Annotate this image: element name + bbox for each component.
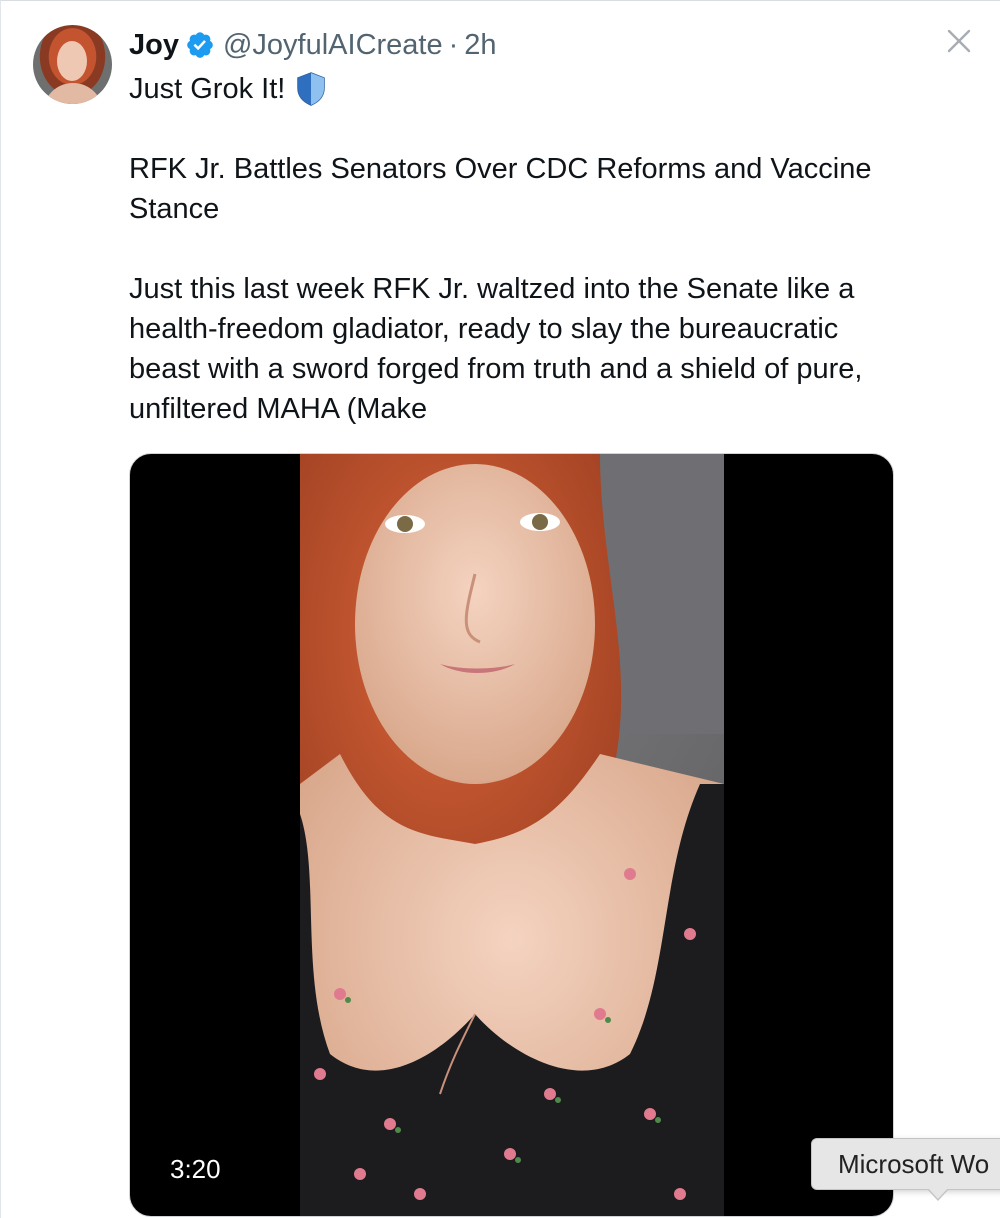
tooltip-text: Microsoft Wo: [838, 1149, 990, 1179]
author-avatar[interactable]: [33, 25, 112, 104]
avatar-shoulders: [43, 83, 103, 104]
tagline-text: Just Grok It!: [129, 73, 286, 105]
verified-badge-icon: [187, 32, 213, 58]
video-player[interactable]: 3:20: [129, 453, 894, 1217]
close-x-icon[interactable]: [945, 27, 973, 55]
blue-shield-icon: [297, 72, 326, 106]
tweet-body: Just this last week RFK Jr. waltzed into…: [129, 273, 863, 425]
avatar-face: [57, 41, 87, 81]
video-thumbnail-image: [300, 454, 724, 1216]
taskbar-tooltip: Microsoft Wo: [811, 1138, 1000, 1190]
tooltip-tail: [928, 1188, 948, 1199]
tweet-tagline: Just Grok It!: [129, 69, 327, 109]
tweet-headline: RFK Jr. Battles Senators Over CDC Reform…: [129, 153, 872, 225]
video-thumbnail: [300, 454, 724, 1216]
author-handle[interactable]: @JoyfulAICreate: [223, 29, 443, 62]
tweet-card: Joy @JoyfulAICreate · 2h Just Grok It! R…: [0, 0, 1000, 1218]
tweet-header: Joy @JoyfulAICreate · 2h: [129, 27, 497, 63]
author-display-name[interactable]: Joy: [129, 29, 179, 62]
video-duration: 3:20: [170, 1154, 221, 1184]
post-timestamp[interactable]: 2h: [464, 29, 496, 62]
header-separator: ·: [448, 28, 459, 61]
